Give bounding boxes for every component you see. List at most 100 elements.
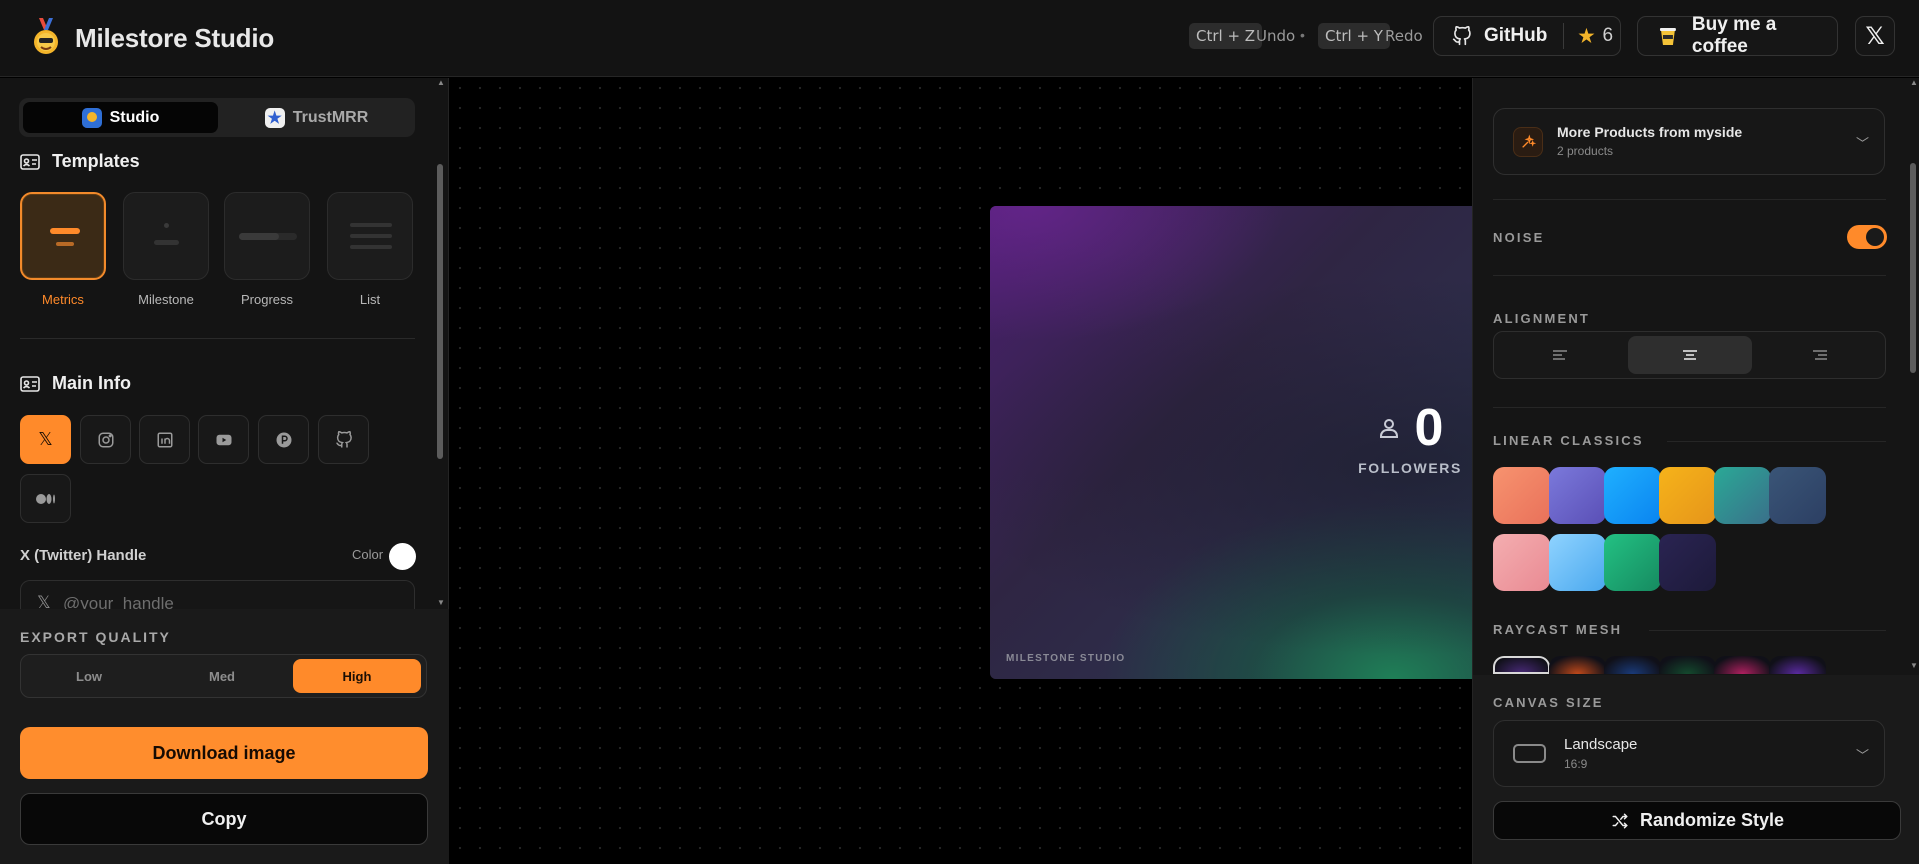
buy-coffee-button[interactable]: Buy me a coffee <box>1637 14 1838 57</box>
star-icon: ★ <box>1578 25 1595 46</box>
tab-studio[interactable]: Studio <box>23 102 218 133</box>
toggle-knob <box>1866 228 1884 246</box>
undo-shortcut: Ctrl + Z <box>1189 23 1263 49</box>
undo-label[interactable]: Undo <box>1256 27 1295 45</box>
align-right-icon <box>1813 350 1827 360</box>
scroll-up-arrow[interactable]: ▲ <box>1910 78 1918 87</box>
user-icon <box>1379 419 1398 438</box>
align-right-button[interactable] <box>1758 336 1882 374</box>
template-metrics-label: Metrics <box>42 292 84 307</box>
social-producthunt-button[interactable] <box>258 415 309 464</box>
divider <box>20 338 415 339</box>
github-button[interactable]: GitHub ★ 6 <box>1433 16 1621 56</box>
medium-icon <box>35 493 55 504</box>
redo-shortcut: Ctrl + Y <box>1318 23 1390 49</box>
linear-classics-label: LINEAR CLASSICS <box>1493 433 1644 448</box>
medal-logo-icon <box>34 18 58 54</box>
producthunt-icon <box>276 432 291 447</box>
alignment-label: ALIGNMENT <box>1493 311 1591 326</box>
chevron-down-icon: ﹀ <box>1856 748 1870 763</box>
tab-trustmrr-label: TrustMRR <box>292 108 369 126</box>
products-title: More Products from myside <box>1557 124 1743 140</box>
right-sidebar: More Products from myside 2 products ﹀ N… <box>1472 78 1919 864</box>
template-milestone-label: Milestone <box>138 292 194 307</box>
main-info-title: Main Info <box>52 373 131 393</box>
scroll-up-arrow[interactable]: ▲ <box>437 78 445 87</box>
quality-high[interactable]: High <box>293 659 421 693</box>
social-linkedin-button[interactable] <box>139 415 190 464</box>
social-medium-button[interactable] <box>20 474 71 523</box>
align-center-icon <box>1683 350 1697 360</box>
github-label: GitHub <box>1484 25 1548 46</box>
linear-swatch[interactable] <box>1659 467 1716 524</box>
handle-label: X (Twitter) Handle <box>20 547 147 564</box>
github-divider <box>1563 23 1565 49</box>
export-quality-title: EXPORT QUALITY <box>20 629 171 645</box>
download-image-button[interactable]: Download image <box>20 727 428 779</box>
template-metrics[interactable] <box>20 192 106 280</box>
x-icon: 𝕏 <box>38 429 53 450</box>
canvas-size-ratio: 16:9 <box>1564 757 1588 771</box>
mesh-swatch[interactable] <box>1493 656 1550 674</box>
right-scrollbar[interactable] <box>1910 163 1916 373</box>
linear-swatch[interactable] <box>1549 534 1606 591</box>
canvas-size-label: CANVAS SIZE <box>1493 695 1604 710</box>
mesh-swatch[interactable] <box>1604 656 1661 674</box>
template-progress-label: Progress <box>240 292 294 307</box>
mesh-swatch[interactable] <box>1549 656 1606 674</box>
instagram-icon <box>98 432 113 447</box>
mesh-swatch[interactable] <box>1659 656 1716 674</box>
linear-swatch[interactable] <box>1659 534 1716 591</box>
separator-dot: • <box>1300 27 1305 43</box>
quality-selector: Low Med High <box>20 654 427 698</box>
x-logo-icon: 𝕏 <box>1865 22 1885 50</box>
id-card-icon <box>20 153 40 170</box>
align-left-icon <box>1553 350 1567 360</box>
canvas-size-value: Landscape <box>1564 736 1638 753</box>
linear-swatch[interactable] <box>1769 467 1826 524</box>
template-list[interactable] <box>327 192 413 280</box>
social-github-button[interactable] <box>318 415 369 464</box>
chevron-down-icon: ﹀ <box>1856 136 1870 151</box>
copy-button[interactable]: Copy <box>20 793 428 845</box>
canvas-size-panel: CANVAS SIZE Landscape 16:9 ﹀ Randomize S… <box>1473 675 1919 864</box>
social-youtube-button[interactable] <box>198 415 249 464</box>
noise-toggle[interactable] <box>1847 225 1887 249</box>
linear-swatch[interactable] <box>1604 534 1661 591</box>
x-link-button[interactable]: 𝕏 <box>1855 16 1895 56</box>
align-left-button[interactable] <box>1498 336 1622 374</box>
linear-swatch[interactable] <box>1604 467 1661 524</box>
divider <box>1649 630 1886 631</box>
quality-med[interactable]: Med <box>158 659 286 693</box>
scroll-down-arrow[interactable]: ▼ <box>437 598 445 607</box>
more-products-dropdown[interactable]: More Products from myside 2 products ﹀ <box>1493 108 1885 175</box>
scroll-down-arrow[interactable]: ▼ <box>1910 661 1918 670</box>
align-center-button[interactable] <box>1628 336 1752 374</box>
color-swatch[interactable] <box>389 543 416 570</box>
social-instagram-button[interactable] <box>80 415 131 464</box>
linear-swatch[interactable] <box>1714 467 1771 524</box>
watermark: MILESTONE STUDIO <box>1006 653 1126 664</box>
social-x-button[interactable]: 𝕏 <box>20 415 71 464</box>
coffee-icon <box>1659 28 1676 45</box>
mesh-swatch[interactable] <box>1714 656 1771 674</box>
randomize-label: Randomize Style <box>1639 810 1785 830</box>
template-milestone[interactable] <box>123 192 209 280</box>
studio-icon <box>81 107 102 128</box>
tab-studio-label: Studio <box>109 108 160 126</box>
canvas-size-dropdown[interactable]: Landscape 16:9 ﹀ <box>1493 720 1885 787</box>
coffee-label: Buy me a coffee <box>1691 14 1777 57</box>
left-scrollbar[interactable] <box>437 164 443 459</box>
main-info-heading: Main Info <box>20 373 131 394</box>
products-count: 2 products <box>1557 144 1614 158</box>
linear-swatch[interactable] <box>1493 467 1550 524</box>
linear-swatch[interactable] <box>1549 467 1606 524</box>
mesh-swatch[interactable] <box>1769 656 1826 674</box>
tab-trustmrr[interactable]: ★ TrustMRR <box>222 102 411 133</box>
linear-swatch[interactable] <box>1493 534 1550 591</box>
redo-label[interactable]: Redo <box>1385 27 1423 45</box>
quality-low[interactable]: Low <box>25 659 153 693</box>
randomize-style-button[interactable]: Randomize Style <box>1493 801 1901 840</box>
template-progress[interactable] <box>224 192 310 280</box>
shuffle-icon <box>1612 813 1628 828</box>
